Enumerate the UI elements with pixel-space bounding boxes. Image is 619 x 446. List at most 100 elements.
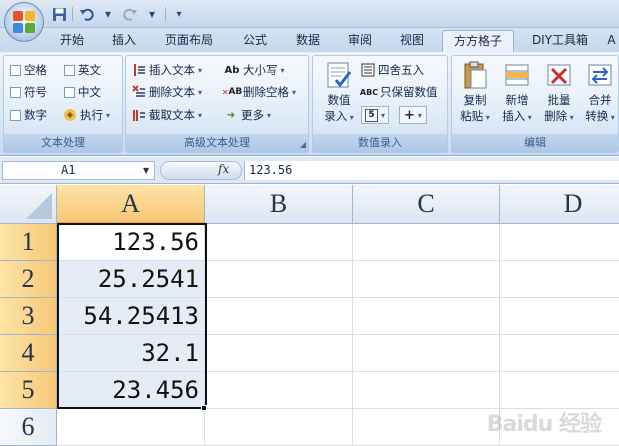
extract-text-button[interactable]: 截取文本 ▾ [132,107,202,123]
name-box-dropdown-icon[interactable]: ▼ [143,166,149,175]
new-insert-label-1: 新增 [505,93,529,107]
new-insert-button[interactable]: 新增 插入 ▾ [498,60,536,126]
undo-dropdown-icon[interactable]: ▾ [99,5,117,23]
formula-bar-handle[interactable] [160,161,242,180]
number-checkbox[interactable]: 数字 [10,107,47,123]
arrow-right-icon: ➜ [226,109,236,121]
cell-d1[interactable] [500,224,619,261]
delete-space-button[interactable]: ✕ AB 删除空格 ▾ [222,84,297,100]
formula-input[interactable]: 123.56 [244,161,619,180]
space-checkbox[interactable]: 空格 [10,62,47,78]
checkbox-box[interactable] [10,64,21,76]
chevron-down-icon: ▾ [267,110,272,120]
cell-c5[interactable] [353,372,500,409]
row-header-5[interactable]: 5 [0,372,57,409]
undo-icon[interactable] [77,5,95,23]
customize-qat-icon[interactable]: ▾ [170,5,188,23]
row-header-1[interactable]: 1 [0,224,57,261]
keep-values-button[interactable]: ABC 只保留数值 [360,84,438,100]
chevron-down-icon: ▾ [347,113,354,122]
tab-insert[interactable]: 插入 [102,30,146,52]
row-header-3[interactable]: 3 [0,298,57,335]
chevron-down-icon: ▾ [292,87,297,97]
cell-c2[interactable] [353,261,500,298]
checkbox-box[interactable] [10,86,21,98]
cell-d3[interactable] [500,298,619,335]
round-button[interactable]: 四舍五入 [361,62,424,78]
value-entry-button[interactable]: 数值 录入 ▾ [317,60,361,126]
checkbox-box[interactable] [64,86,75,98]
column-header-c[interactable]: C [353,185,500,224]
insert-function-icon[interactable]: fx [218,162,229,176]
row-header-2[interactable]: 2 [0,261,57,298]
row-header-4[interactable]: 4 [0,335,57,372]
office-button[interactable] [4,2,44,42]
column-header-d[interactable]: D [500,185,619,224]
column-header-a[interactable]: A [57,185,205,224]
cell-d4[interactable] [500,335,619,372]
redo-icon[interactable] [121,5,139,23]
title-bar: ▾ ▾ ▾ [0,0,619,28]
cell-a2[interactable]: 25.2541 [57,261,205,298]
tab-more[interactable]: A [604,30,619,52]
cell-b1[interactable] [205,224,353,261]
insert-text-button[interactable]: 插入文本 ▾ [132,62,202,78]
cell-a3[interactable]: 54.25413 [57,298,205,335]
tab-home[interactable]: 开始 [50,30,94,52]
row-header-6[interactable]: 6 [0,409,57,446]
cell-a6[interactable] [57,409,205,446]
redo-dropdown-icon[interactable]: ▾ [143,5,161,23]
more-label: 更多 [241,108,264,122]
cell-d2[interactable] [500,261,619,298]
group-value-entry: 数值 录入 ▾ 四舍五入 ABC 只保留数值 5 ▾ + ▾ 数值录入 [312,55,448,153]
clipboard-icon [460,60,490,90]
cell-b2[interactable] [205,261,353,298]
column-header-b[interactable]: B [205,185,353,224]
cell-c6[interactable] [353,409,500,446]
dialog-launcher-icon[interactable]: ◢ [300,140,306,149]
cell-d5[interactable] [500,372,619,409]
cell-a5[interactable]: 23.456 [57,372,205,409]
cell-b6[interactable] [205,409,353,446]
plus-dropdown-button[interactable]: + ▾ [399,106,427,124]
merge-convert-button[interactable]: 合并 转换 ▾ [582,60,618,126]
fill-handle[interactable] [201,405,207,411]
checkbox-box[interactable] [10,109,21,121]
cell-a4[interactable]: 32.1 [57,335,205,372]
cell-c3[interactable] [353,298,500,335]
new-insert-label-2-row: 插入 ▾ [502,108,532,126]
checkbox-box[interactable] [64,64,75,76]
tab-page-layout[interactable]: 页面布局 [158,30,220,52]
cell-c1[interactable] [353,224,500,261]
group-label: 高级文本处理 [126,134,308,152]
tab-data[interactable]: 数据 [286,30,330,52]
select-all-button[interactable] [0,185,57,224]
more-button[interactable]: ➜ 更多 ▾ [224,107,271,123]
tab-formulas[interactable]: 公式 [233,30,277,52]
batch-delete-button[interactable]: 批量 删除 ▾ [540,60,578,126]
name-box[interactable]: A1 [2,161,155,180]
chevron-down-icon: ▾ [417,110,422,120]
cell-b3[interactable] [205,298,353,335]
copy-paste-button[interactable]: 复制 粘贴 ▾ [456,60,494,126]
tab-fangfanggezi[interactable]: 方方格子 [442,30,514,52]
tab-view[interactable]: 视图 [390,30,434,52]
select-all-triangle-icon [26,193,52,219]
delete-text-button[interactable]: 删除文本 ▾ [132,84,202,100]
round-label: 四舍五入 [378,63,424,77]
insert-rows-icon [502,60,532,90]
execute-button[interactable]: 执行 ▾ [63,107,110,123]
cell-a1[interactable]: 123.56 [57,224,205,261]
english-checkbox[interactable]: 英文 [64,62,101,78]
cell-b4[interactable] [205,335,353,372]
tab-diy-toolbox[interactable]: DIY工具箱 [522,30,598,52]
chinese-checkbox[interactable]: 中文 [64,84,101,100]
save-icon[interactable] [50,5,68,23]
case-button[interactable]: Ab 大小写 ▾ [224,62,285,78]
tab-review[interactable]: 审阅 [338,30,382,52]
symbol-checkbox[interactable]: 符号 [10,84,47,100]
format-dropdown-button[interactable]: 5 ▾ [361,106,390,124]
cell-c4[interactable] [353,335,500,372]
cell-b5[interactable] [205,372,353,409]
group-edit: 复制 粘贴 ▾ 新增 插入 ▾ 批量 删除 ▾ 合并 转换 ▾ 编辑 [451,55,619,153]
